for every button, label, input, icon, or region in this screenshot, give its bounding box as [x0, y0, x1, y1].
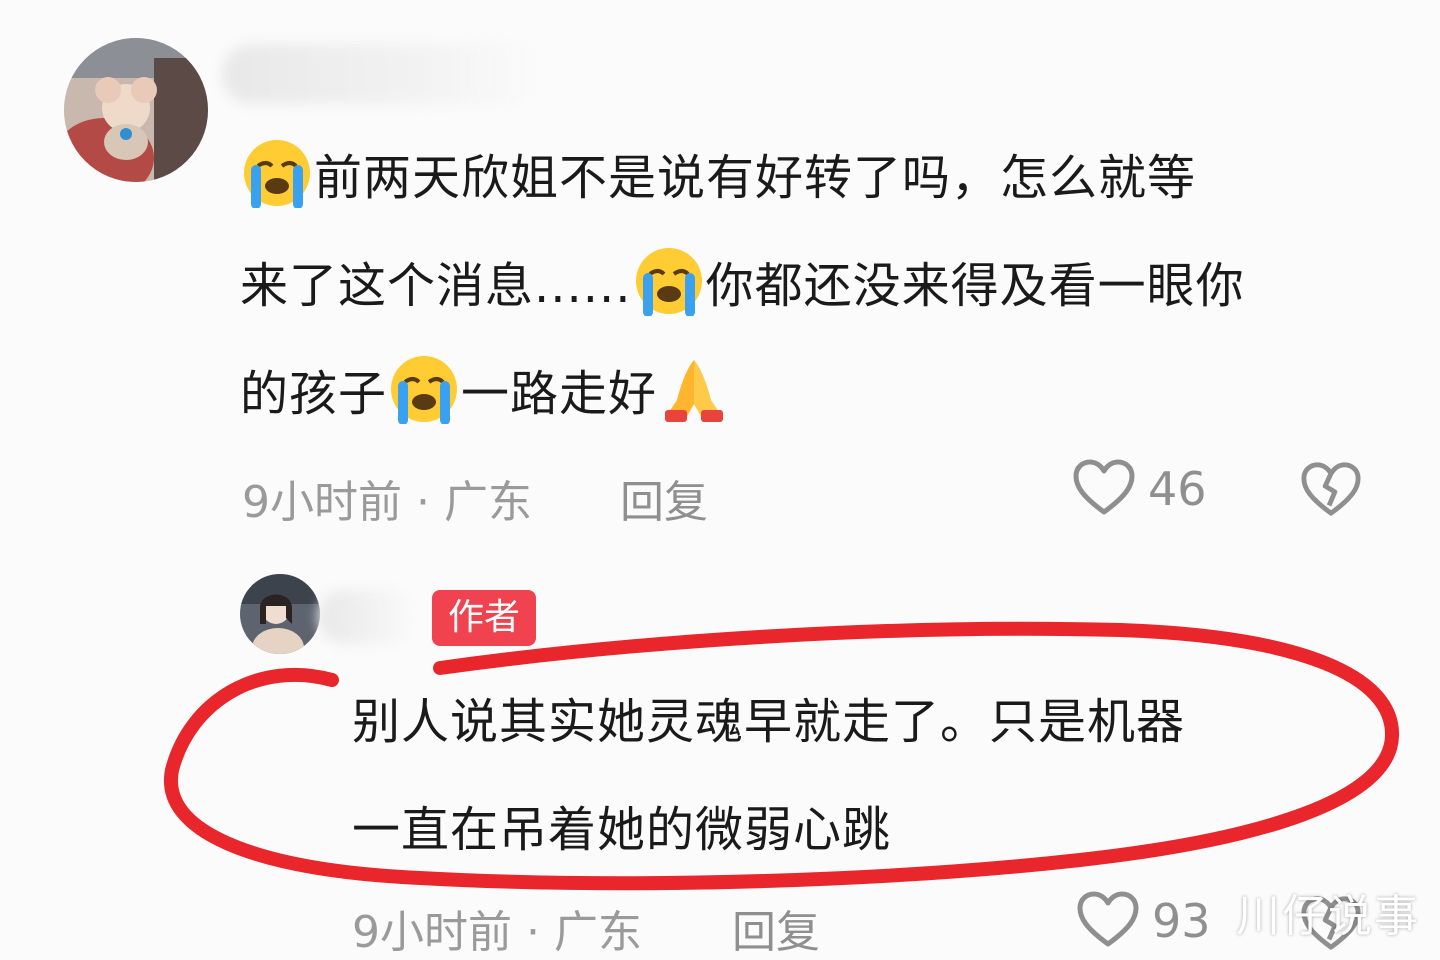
comment-line-2: 一直在吊着她的微弱心跳	[352, 802, 892, 858]
comment-line-1: 前两天欣姐不是说有好转了吗，怎么就等	[240, 124, 1245, 232]
comment-text: 前两天欣姐不是说有好转了吗，怎么就等 来了这个消息...... 你都还没来得及看一…	[240, 124, 1245, 448]
loudly-crying-face-icon	[242, 138, 312, 209]
comment-time-location: 9小时前 · 广东	[352, 907, 642, 958]
comment-text-segment: 前两天欣姐不是说有好转了吗，怎么就等	[314, 150, 1197, 206]
heart-icon	[1076, 890, 1140, 952]
folded-hands-icon	[659, 354, 729, 424]
like-count: 93	[1152, 894, 1211, 948]
comment-text: 别人说其实她灵魂早就走了。只是机器 一直在吊着她的微弱心跳	[352, 668, 1185, 884]
avatar[interactable]	[64, 38, 208, 182]
comment-time-location: 9小时前 · 广东	[242, 477, 532, 528]
comment-line-2: 来了这个消息...... 你都还没来得及看一眼你	[240, 232, 1245, 340]
comment-line-1: 别人说其实她灵魂早就走了。只是机器	[352, 694, 1186, 750]
loudly-crying-face-icon	[389, 354, 459, 425]
username-blurred[interactable]	[318, 590, 414, 644]
like-count: 46	[1148, 462, 1207, 516]
heart-icon	[1072, 458, 1136, 520]
author-avatar[interactable]	[240, 574, 320, 654]
loudly-crying-face-icon	[634, 246, 704, 317]
comment-text-segment: 你都还没来得及看一眼你	[705, 258, 1245, 314]
author-badge: 作者	[432, 590, 537, 646]
reply-button[interactable]: 回复	[620, 466, 708, 530]
comment-text-segment: 的孩子	[240, 366, 388, 422]
comment-line-3: 的孩子 一路走好	[240, 340, 1245, 448]
like-button[interactable]: 46	[1072, 458, 1207, 520]
like-button[interactable]: 93	[1076, 890, 1211, 952]
username-blurred[interactable]	[222, 44, 542, 104]
broken-heart-icon	[1300, 462, 1362, 522]
comment-text-segment: 来了这个消息......	[240, 258, 632, 314]
reply-button[interactable]: 回复	[732, 896, 820, 960]
dislike-button[interactable]	[1300, 460, 1362, 522]
watermark: 川仔说事	[1236, 891, 1420, 942]
comment-text-segment: 一路走好	[461, 366, 658, 422]
